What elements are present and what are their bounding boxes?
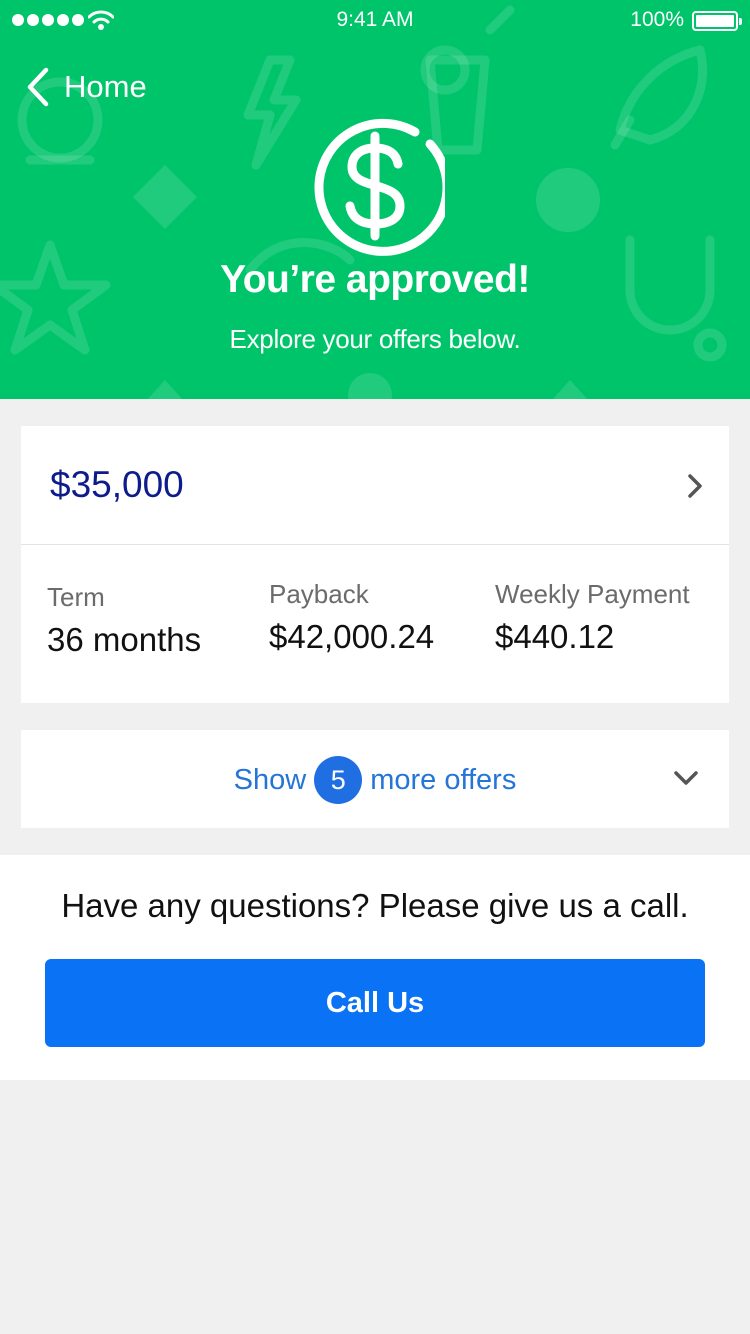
weekly-payment-detail: Weekly Payment $440.12: [495, 579, 690, 656]
battery-percentage: 100%: [630, 8, 684, 31]
weekly-payment-label: Weekly Payment: [495, 579, 690, 609]
approval-header: 9:41 AM 100% Home You’re approved! Explo…: [0, 0, 750, 399]
show-more-offers-label: Show 5 more offers: [21, 756, 729, 804]
show-more-suffix: more offers: [370, 763, 517, 796]
back-button-label: Home: [64, 69, 147, 104]
chevron-down-icon: [674, 771, 698, 785]
battery-icon: [692, 11, 742, 31]
chevron-left-icon: [27, 67, 49, 107]
show-more-prefix: Show: [233, 763, 307, 796]
term-label: Term: [47, 582, 105, 612]
help-text: Have any questions? Please give us a cal…: [61, 887, 689, 924]
weekly-payment-value: $440.12: [495, 618, 615, 655]
offer-amount-row[interactable]: $35,000: [21, 426, 729, 545]
dollar-circle-icon: [314, 118, 445, 256]
payback-value: $42,000.24: [269, 618, 435, 655]
status-bar: 9:41 AM 100%: [0, 0, 750, 40]
chevron-right-icon: [688, 474, 702, 498]
back-button[interactable]: Home: [26, 64, 147, 110]
show-more-offers-button[interactable]: Show 5 more offers: [21, 730, 729, 828]
offer-card: $35,000 Term 36 months Payback $42,000.2…: [21, 426, 729, 703]
payback-label: Payback: [269, 579, 369, 609]
approval-subtitle: Explore your offers below.: [229, 324, 521, 354]
offers-count-badge: 5: [314, 756, 363, 804]
payback-detail: Payback $42,000.24: [269, 579, 434, 656]
term-detail: Term 36 months: [47, 582, 201, 659]
term-value: 36 months: [47, 621, 202, 658]
help-section: Have any questions? Please give us a cal…: [0, 855, 750, 1080]
call-us-button[interactable]: Call Us: [45, 959, 705, 1047]
approval-title: You’re approved!: [220, 258, 530, 301]
offer-amount: $35,000: [50, 464, 184, 505]
